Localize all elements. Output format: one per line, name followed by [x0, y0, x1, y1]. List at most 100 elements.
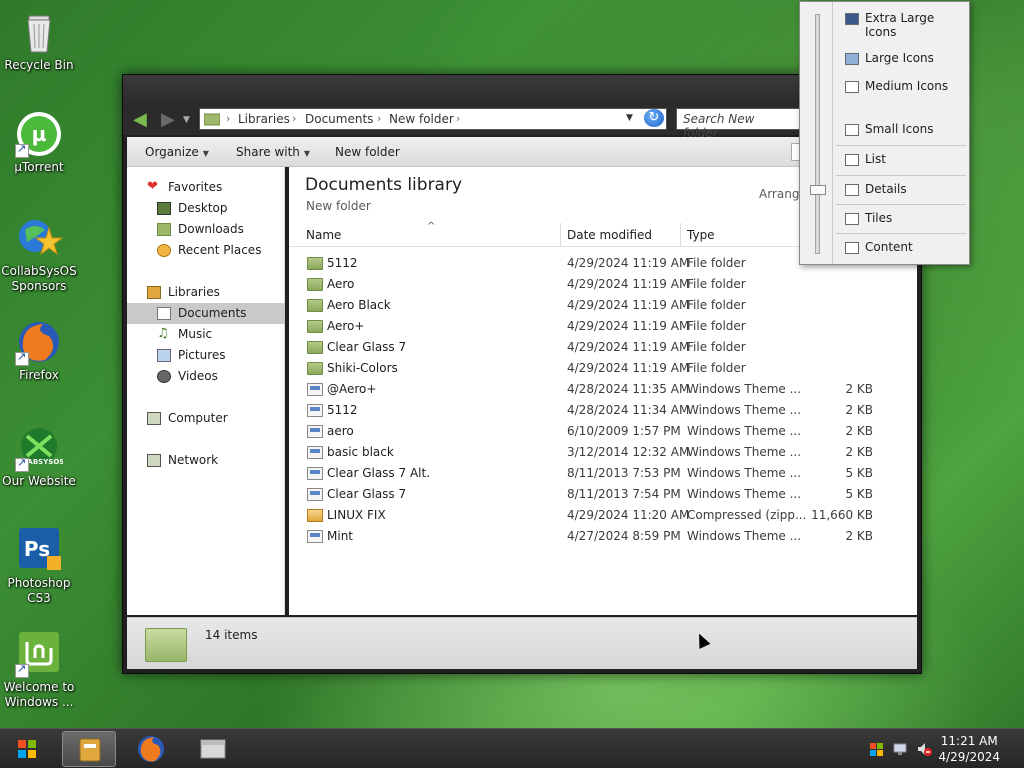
list-view-icon: [845, 154, 859, 166]
view-large-icons[interactable]: Large Icons: [834, 48, 968, 70]
view-content[interactable]: Content: [834, 237, 968, 259]
search-input[interactable]: Search New folder: [676, 108, 800, 140]
breadcrumb-new-folder[interactable]: New folder: [389, 112, 454, 126]
theme-file-icon: [307, 467, 323, 480]
svg-text:µ: µ: [32, 122, 47, 146]
table-row[interactable]: Aero+ 4/29/2024 11:19 AM File folder: [289, 316, 917, 337]
table-row[interactable]: Clear Glass 7 Alt. 8/11/2013 7:53 PM Windo…: [289, 463, 917, 484]
table-row[interactable]: aero 6/10/2009 1:57 PM Windows Theme ... 2 …: [289, 421, 917, 442]
view-extra-large-icons[interactable]: Extra Large Icons: [834, 8, 968, 39]
nav-label: Libraries: [168, 285, 220, 299]
view-medium-icons[interactable]: Medium Icons: [834, 76, 968, 98]
table-row[interactable]: Shiki-Colors 4/29/2024 11:19 AM File folde…: [289, 358, 917, 379]
library-subtitle[interactable]: New folder: [306, 199, 371, 213]
nav-videos[interactable]: Videos: [127, 366, 285, 387]
file-name: LINUX FIX: [327, 508, 386, 522]
file-name: 5112: [327, 256, 358, 270]
file-size: 2 KB: [845, 529, 873, 543]
file-type: Windows Theme ...: [687, 403, 802, 417]
action-center-flag-icon[interactable]: [868, 741, 884, 757]
nav-downloads[interactable]: Downloads: [127, 219, 285, 240]
table-row[interactable]: basic black 3/12/2014 12:32 AM Windows The…: [289, 442, 917, 463]
table-row[interactable]: Aero Black 4/29/2024 11:19 AM File folder: [289, 295, 917, 316]
view-item-label: Extra Large Icons: [865, 11, 935, 39]
file-date: 4/28/2024 11:35 AM: [567, 382, 690, 396]
desktop-icon-firefox[interactable]: Firefox: [0, 318, 78, 383]
desktop-icon-welcome[interactable]: Welcome to Windows ...: [0, 630, 78, 710]
file-size: 5 KB: [845, 466, 873, 480]
view-tiles[interactable]: Tiles: [834, 208, 968, 230]
nav-favorites[interactable]: ❤ Favorites: [127, 177, 285, 198]
desktop-icon-recycle-bin[interactable]: Recycle Bin: [0, 8, 78, 73]
volume-muted-icon[interactable]: [916, 741, 932, 757]
table-row[interactable]: Clear Glass 7 4/29/2024 11:19 AM File fold…: [289, 337, 917, 358]
utorrent-icon: µ: [15, 110, 63, 158]
view-list[interactable]: List: [834, 149, 968, 171]
file-name: basic black: [327, 445, 394, 459]
table-row[interactable]: @Aero+ 4/28/2024 11:35 AM Windows Theme ..…: [289, 379, 917, 400]
file-name: Shiki-Colors: [327, 361, 398, 375]
taskbar-media-button[interactable]: [186, 731, 240, 767]
firefox-icon: [15, 318, 63, 366]
file-size: 5 KB: [845, 487, 873, 501]
breadcrumb-documents[interactable]: Documents: [305, 112, 373, 126]
shortcut-arrow-icon: [15, 350, 29, 366]
theme-file-icon: [307, 488, 323, 501]
file-date: 4/29/2024 11:19 AM: [567, 277, 690, 291]
file-type: File folder: [687, 361, 746, 375]
file-date: 4/29/2024 11:19 AM: [567, 256, 690, 270]
taskbar-explorer-button[interactable]: [62, 731, 116, 767]
nav-documents[interactable]: Documents: [127, 303, 285, 324]
view-size-slider[interactable]: [815, 14, 820, 254]
music-note-icon: ♫: [157, 326, 169, 341]
file-type: File folder: [687, 319, 746, 333]
nav-recent-places[interactable]: Recent Places: [127, 240, 285, 261]
file-date: 4/29/2024 11:19 AM: [567, 298, 690, 312]
view-slider-thumb[interactable]: [810, 185, 826, 195]
taskbar-firefox-button[interactable]: [124, 731, 178, 767]
network-icon: [147, 454, 161, 467]
view-details[interactable]: Details: [834, 179, 968, 201]
back-arrow-icon[interactable]: ◀: [133, 111, 153, 129]
start-button[interactable]: [4, 731, 50, 767]
refresh-icon[interactable]: ↻: [644, 109, 664, 127]
forward-arrow-icon[interactable]: ▶: [161, 111, 181, 129]
column-name[interactable]: Name: [306, 228, 341, 242]
file-size: 2 KB: [845, 382, 873, 396]
nav-label: Pictures: [178, 348, 226, 362]
folder-icon: [307, 320, 323, 333]
table-row[interactable]: Mint 4/27/2024 8:59 PM Windows Theme ... 2 …: [289, 526, 917, 547]
address-dropdown-chevron-icon[interactable]: ▼: [626, 113, 633, 123]
desktop-icon-photoshop[interactable]: Ps Photoshop CS3: [0, 526, 78, 606]
column-type[interactable]: Type: [687, 228, 715, 242]
view-item-label: Large Icons: [865, 51, 934, 65]
address-bar[interactable]: › Libraries › Documents › New folder › ▼: [199, 108, 667, 130]
nav-label: Documents: [178, 306, 247, 320]
nav-desktop[interactable]: Desktop: [127, 198, 285, 219]
view-small-icons[interactable]: Small Icons: [834, 119, 968, 141]
network-tray-icon[interactable]: [892, 741, 908, 757]
column-date-modified[interactable]: Date modified: [567, 228, 652, 242]
table-row[interactable]: 5112 4/28/2024 11:34 AM Windows Theme ... 2…: [289, 400, 917, 421]
file-name: Clear Glass 7 Alt.: [327, 466, 431, 480]
breadcrumb-libraries[interactable]: Libraries: [238, 112, 290, 126]
desktop-icon-label: Firefox: [19, 368, 59, 382]
share-with-button[interactable]: Share with ▼: [236, 145, 310, 159]
organize-button[interactable]: Organize ▼: [145, 145, 209, 159]
nav-pictures[interactable]: Pictures: [127, 345, 285, 366]
taskbar-clock[interactable]: 11:21 AM 4/29/2024: [938, 733, 1000, 765]
windows-logo-icon: [18, 740, 36, 758]
new-folder-button[interactable]: New folder: [335, 145, 400, 159]
nav-computer[interactable]: Computer: [127, 408, 285, 429]
folder-icon: [204, 113, 220, 126]
nav-music[interactable]: ♫ Music: [127, 324, 285, 345]
desktop-icon-collabsysos-sponsors[interactable]: CollabSysOS Sponsors: [0, 214, 78, 294]
nav-libraries[interactable]: Libraries: [127, 282, 285, 303]
table-row[interactable]: LINUX FIX 4/29/2024 11:20 AM Compressed (z…: [289, 505, 917, 526]
nav-network[interactable]: Network: [127, 450, 285, 471]
table-row[interactable]: Clear Glass 7 8/11/2013 7:54 PM Windows Th…: [289, 484, 917, 505]
file-name: @Aero+: [327, 382, 377, 396]
desktop-icon-utorrent[interactable]: µ µTorrent: [0, 110, 78, 175]
desktop-icon-our-website[interactable]: GABSYSOS Our Website: [0, 424, 78, 489]
table-row[interactable]: Aero 4/29/2024 11:19 AM File folder: [289, 274, 917, 295]
